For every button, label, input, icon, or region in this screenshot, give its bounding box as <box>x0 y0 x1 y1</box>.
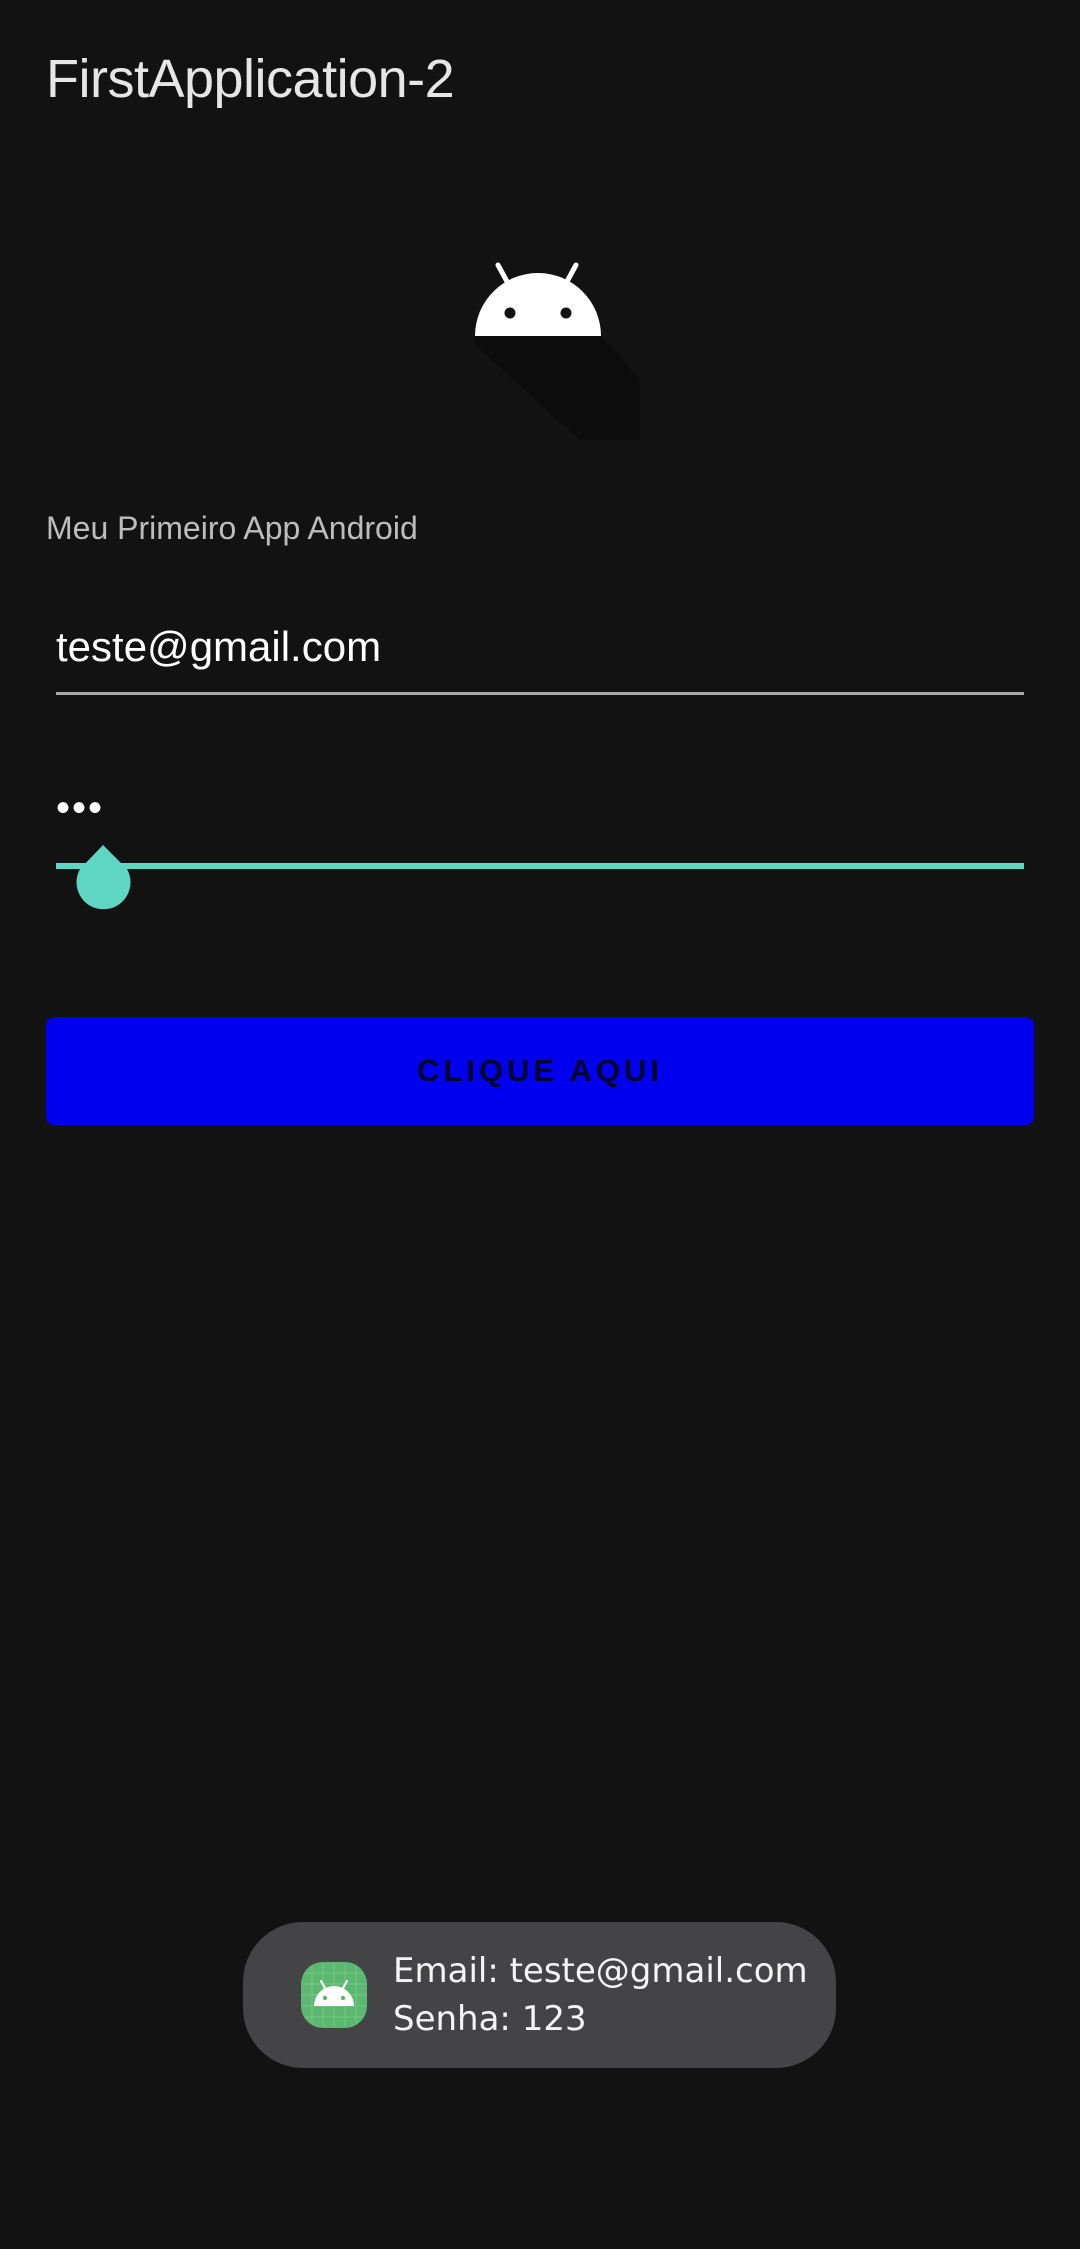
app-subtitle: Meu Primeiro App Android <box>46 510 418 546</box>
password-underline <box>56 863 1024 869</box>
email-field[interactable]: teste@gmail.com <box>56 615 1024 695</box>
toast-email-line: Email: teste@gmail.com <box>393 1951 808 1991</box>
android-logo-icon <box>440 240 640 440</box>
android-app-icon <box>301 1962 367 2028</box>
email-value: teste@gmail.com <box>56 623 382 670</box>
click-here-button[interactable]: CLIQUE AQUI <box>46 1017 1034 1125</box>
app-title: FirstApplication-2 <box>46 49 455 109</box>
password-value: ••• <box>56 786 105 830</box>
text-cursor-handle[interactable] <box>72 845 138 915</box>
toast-message: Email: teste@gmail.com Senha: 123 <box>243 1922 836 2068</box>
toast-text: Email: teste@gmail.com Senha: 123 <box>393 1947 808 2043</box>
password-field[interactable]: ••• <box>56 780 1024 910</box>
toast-password-line: Senha: 123 <box>393 1999 587 2039</box>
